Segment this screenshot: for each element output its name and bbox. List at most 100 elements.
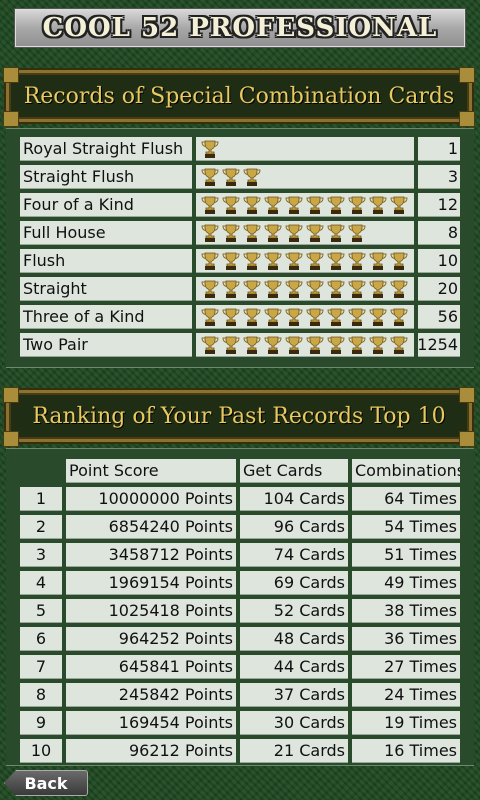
records-banner: Records of Special Combination Cards <box>6 70 472 122</box>
trophy-icon <box>201 140 219 158</box>
rank-number: 10 <box>20 739 62 763</box>
trophy-icon <box>222 224 240 242</box>
record-name: Two Pair <box>20 333 192 357</box>
record-name: Straight Flush <box>20 165 192 189</box>
banner-corner <box>3 387 19 403</box>
trophy-icon <box>390 280 408 298</box>
trophy-icon <box>306 252 324 270</box>
rank-combinations: 54 Times <box>352 515 460 539</box>
banner-corner <box>459 431 475 447</box>
record-name: Three of a Kind <box>20 305 192 329</box>
back-button[interactable]: Back <box>4 770 88 796</box>
trophy-icon <box>327 196 345 214</box>
trophy-icon <box>201 168 219 186</box>
trophy-icon <box>327 280 345 298</box>
trophy-icon <box>201 196 219 214</box>
trophy-icon <box>285 224 303 242</box>
rank-cards: 48 Cards <box>240 627 348 651</box>
trophy-icon <box>390 308 408 326</box>
trophy-icon <box>327 336 345 354</box>
rank-combinations: 38 Times <box>352 599 460 623</box>
record-count: 56 <box>418 305 460 329</box>
rank-number: 4 <box>20 571 62 595</box>
trophy-icon <box>201 308 219 326</box>
record-trophies <box>196 305 414 329</box>
rank-number: 3 <box>20 543 62 567</box>
record-name: Flush <box>20 249 192 273</box>
trophy-icon <box>369 336 387 354</box>
trophy-icon <box>243 168 261 186</box>
trophy-icon <box>222 336 240 354</box>
trophy-icon <box>243 336 261 354</box>
record-count: 8 <box>418 221 460 245</box>
rank-number: 9 <box>20 711 62 735</box>
trophy-icon <box>285 280 303 298</box>
ranking-title: Ranking of Your Past Records Top 10 <box>32 403 446 429</box>
record-name: Straight <box>20 277 192 301</box>
record-count: 10 <box>418 249 460 273</box>
ranking-banner: Ranking of Your Past Records Top 10 <box>6 390 472 442</box>
rank-number: 7 <box>20 655 62 679</box>
trophy-icon <box>348 252 366 270</box>
trophy-icon <box>243 252 261 270</box>
trophy-icon <box>306 196 324 214</box>
trophy-icon <box>243 280 261 298</box>
record-trophies <box>196 277 414 301</box>
rank-cards: 30 Cards <box>240 711 348 735</box>
trophy-icon <box>285 252 303 270</box>
rank-cards: 69 Cards <box>240 571 348 595</box>
rank-score: 10000000 Points <box>66 487 236 511</box>
record-count: 1 <box>418 137 460 161</box>
trophy-icon <box>243 224 261 242</box>
rank-score: 3458712 Points <box>66 543 236 567</box>
record-name: Four of a Kind <box>20 193 192 217</box>
record-count: 3 <box>418 165 460 189</box>
rank-number: 8 <box>20 683 62 707</box>
trophy-icon <box>306 280 324 298</box>
trophy-icon <box>390 252 408 270</box>
record-trophies <box>196 249 414 273</box>
trophy-icon <box>306 336 324 354</box>
rank-score: 6854240 Points <box>66 515 236 539</box>
record-trophies <box>196 137 414 161</box>
rank-combinations: 51 Times <box>352 543 460 567</box>
record-trophies <box>196 333 414 357</box>
trophy-icon <box>369 196 387 214</box>
trophy-icon <box>264 280 282 298</box>
records-title: Records of Special Combination Cards <box>23 83 455 109</box>
trophy-icon <box>264 224 282 242</box>
app-title: COOL 52 PROFESSIONAL <box>42 13 438 43</box>
rank-score: 245842 Points <box>66 683 236 707</box>
rank-score: 1025418 Points <box>66 599 236 623</box>
rank-combinations: 16 Times <box>352 739 460 763</box>
rank-combinations: 19 Times <box>352 711 460 735</box>
banner-corner <box>3 431 19 447</box>
rank-score: 964252 Points <box>66 627 236 651</box>
rank-cards: 37 Cards <box>240 683 348 707</box>
rank-score: 96212 Points <box>66 739 236 763</box>
trophy-icon <box>222 280 240 298</box>
rank-cards: 52 Cards <box>240 599 348 623</box>
app-title-bar: COOL 52 PROFESSIONAL <box>14 8 466 48</box>
rank-number: 2 <box>20 515 62 539</box>
rank-number: 6 <box>20 627 62 651</box>
header-get-cards: Get Cards <box>240 459 348 483</box>
rank-combinations: 36 Times <box>352 627 460 651</box>
record-trophies <box>196 221 414 245</box>
trophy-icon <box>201 280 219 298</box>
rank-score: 645841 Points <box>66 655 236 679</box>
rank-combinations: 27 Times <box>352 655 460 679</box>
rank-score: 169454 Points <box>66 711 236 735</box>
record-name: Full House <box>20 221 192 245</box>
trophy-icon <box>327 224 345 242</box>
rank-combinations: 64 Times <box>352 487 460 511</box>
header-point-score: Point Score <box>66 459 236 483</box>
trophy-icon <box>222 308 240 326</box>
trophy-icon <box>222 168 240 186</box>
trophy-icon <box>306 308 324 326</box>
record-count: 20 <box>418 277 460 301</box>
record-count: 1254 <box>418 333 460 357</box>
trophy-icon <box>348 336 366 354</box>
trophy-icon <box>390 196 408 214</box>
rank-combinations: 24 Times <box>352 683 460 707</box>
